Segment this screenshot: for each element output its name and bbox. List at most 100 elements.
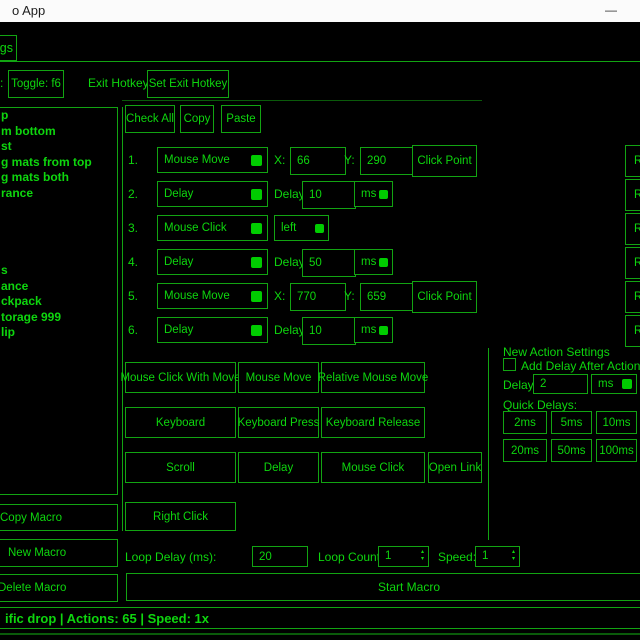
paste-button[interactable]: Paste: [221, 105, 261, 133]
new-macro-button[interactable]: New Macro: [0, 539, 118, 567]
speed-value: 1: [482, 550, 488, 562]
add-open-link-button[interactable]: Open Link: [428, 452, 482, 483]
unit-value: ms: [361, 256, 376, 268]
y-input[interactable]: 290: [360, 147, 415, 175]
delete-macro-button[interactable]: Delete Macro: [0, 574, 118, 602]
quick-delay-2ms-button[interactable]: 2ms: [503, 411, 547, 434]
action-type-dropdown[interactable]: Delay: [157, 249, 268, 275]
action-type-dropdown[interactable]: Delay: [157, 181, 268, 207]
click-point-button[interactable]: Click Point: [412, 281, 477, 313]
dropdown-indicator-icon: [315, 224, 324, 233]
list-item[interactable]: p: [0, 108, 117, 124]
status-text: ific drop | Actions: 65 | Speed: 1x: [5, 611, 209, 626]
speed-stepper[interactable]: 1 ▴ ▾: [475, 546, 520, 567]
loop-count-value: 1: [385, 550, 391, 562]
action-row: 2. Delay Delay 10 ms R: [122, 181, 640, 207]
titlebar: o App —: [0, 0, 640, 22]
dropdown-indicator-icon: [622, 379, 632, 389]
action-type-dropdown[interactable]: Mouse Click: [157, 215, 268, 241]
add-mouse-click-with-move-button[interactable]: Mouse Click With Move: [125, 362, 236, 393]
list-item[interactable]: g mats from top: [0, 155, 117, 171]
list-item[interactable]: lip: [0, 325, 117, 341]
window-bottom-border: [0, 633, 640, 635]
add-right-click-button[interactable]: Right Click: [125, 502, 236, 531]
tab-settings[interactable]: gs: [0, 35, 17, 61]
list-item[interactable]: [0, 248, 117, 264]
add-keyboard-release-button[interactable]: Keyboard Release: [321, 407, 425, 438]
action-type-value: Mouse Click: [164, 222, 227, 234]
loop-count-stepper[interactable]: 1 ▴ ▾: [378, 546, 429, 567]
dropdown-indicator-icon: [379, 326, 388, 335]
settings-unit-dropdown[interactable]: ms: [591, 374, 637, 394]
tabstrip-divider: [0, 61, 640, 62]
delay-input[interactable]: 10: [302, 181, 356, 209]
remove-button[interactable]: R: [625, 213, 640, 245]
remove-button[interactable]: R: [625, 247, 640, 279]
action-type-dropdown[interactable]: Delay: [157, 317, 268, 343]
delay-label: Delay: [274, 323, 305, 337]
quick-delay-100ms-button[interactable]: 100ms: [596, 439, 637, 462]
x-input[interactable]: 770: [290, 283, 346, 311]
spinner-up-icon[interactable]: ▴: [421, 549, 424, 556]
action-type-dropdown[interactable]: Mouse Move: [157, 283, 268, 309]
list-item[interactable]: m bottom: [0, 124, 117, 140]
add-keyboard-press-button[interactable]: Keyboard Press: [238, 407, 319, 438]
x-input[interactable]: 66: [290, 147, 346, 175]
exit-hotkey-label: Exit Hotkey:: [88, 76, 152, 90]
quick-delay-50ms-button[interactable]: 50ms: [551, 439, 592, 462]
add-mouse-move-button[interactable]: Mouse Move: [238, 362, 319, 393]
list-item[interactable]: [0, 201, 117, 217]
dropdown-indicator-icon: [251, 257, 262, 268]
copy-button[interactable]: Copy: [180, 105, 214, 133]
quick-delay-10ms-button[interactable]: 10ms: [596, 411, 637, 434]
window-title: o App: [12, 3, 45, 18]
spinner-down-icon[interactable]: ▾: [512, 556, 515, 563]
delay-input[interactable]: 50: [302, 249, 356, 277]
add-delay-button[interactable]: Delay: [238, 452, 319, 483]
unit-dropdown[interactable]: ms: [354, 181, 393, 207]
unit-dropdown[interactable]: ms: [354, 249, 393, 275]
add-mouse-click-button[interactable]: Mouse Click: [321, 452, 425, 483]
quick-delay-20ms-button[interactable]: 20ms: [503, 439, 547, 462]
list-item[interactable]: s: [0, 263, 117, 279]
action-row: 1. Mouse Move X: 66 Y: 290 Click Point R: [122, 147, 640, 173]
minimize-icon[interactable]: —: [594, 0, 628, 22]
mouse-button-dropdown[interactable]: left: [274, 215, 329, 241]
remove-button[interactable]: R: [625, 315, 640, 347]
add-keyboard-button[interactable]: Keyboard: [125, 407, 236, 438]
list-item[interactable]: [0, 217, 117, 233]
list-item[interactable]: ckpack: [0, 294, 117, 310]
list-item[interactable]: [0, 232, 117, 248]
add-delay-checkbox[interactable]: [503, 358, 516, 371]
dropdown-indicator-icon: [251, 189, 262, 200]
y-label: Y:: [344, 289, 355, 303]
settings-delay-input[interactable]: 2: [533, 374, 588, 394]
list-item[interactable]: rance: [0, 186, 117, 202]
quick-delay-5ms-button[interactable]: 5ms: [551, 411, 592, 434]
list-item[interactable]: g mats both: [0, 170, 117, 186]
remove-button[interactable]: R: [625, 281, 640, 313]
set-exit-hotkey-button[interactable]: Set Exit Hotkey: [147, 70, 229, 98]
list-item[interactable]: torage 999: [0, 310, 117, 326]
loop-delay-input[interactable]: 20: [252, 546, 308, 567]
spinner-down-icon[interactable]: ▾: [421, 556, 424, 563]
add-scroll-button[interactable]: Scroll: [125, 452, 236, 483]
remove-button[interactable]: R: [625, 179, 640, 211]
add-relative-mouse-move-button[interactable]: Relative Mouse Move: [321, 362, 425, 393]
spinner-up-icon[interactable]: ▴: [512, 549, 515, 556]
list-item[interactable]: st: [0, 139, 117, 155]
remove-button[interactable]: R: [625, 145, 640, 177]
copy-macro-button[interactable]: Copy Macro: [0, 504, 118, 531]
check-all-button[interactable]: Check All: [125, 105, 175, 133]
list-item[interactable]: ance: [0, 279, 117, 295]
start-macro-button[interactable]: Start Macro: [126, 573, 640, 601]
action-type-dropdown[interactable]: Mouse Move: [157, 147, 268, 173]
y-input[interactable]: 659: [360, 283, 415, 311]
toggle-hotkey-button[interactable]: Toggle: f6: [8, 70, 64, 98]
action-row: 5. Mouse Move X: 770 Y: 659 Click Point …: [122, 283, 640, 309]
click-point-button[interactable]: Click Point: [412, 145, 477, 177]
unit-dropdown[interactable]: ms: [354, 317, 393, 343]
action-number: 3.: [128, 221, 138, 235]
delay-input[interactable]: 10: [302, 317, 356, 345]
dropdown-indicator-icon: [251, 291, 262, 302]
